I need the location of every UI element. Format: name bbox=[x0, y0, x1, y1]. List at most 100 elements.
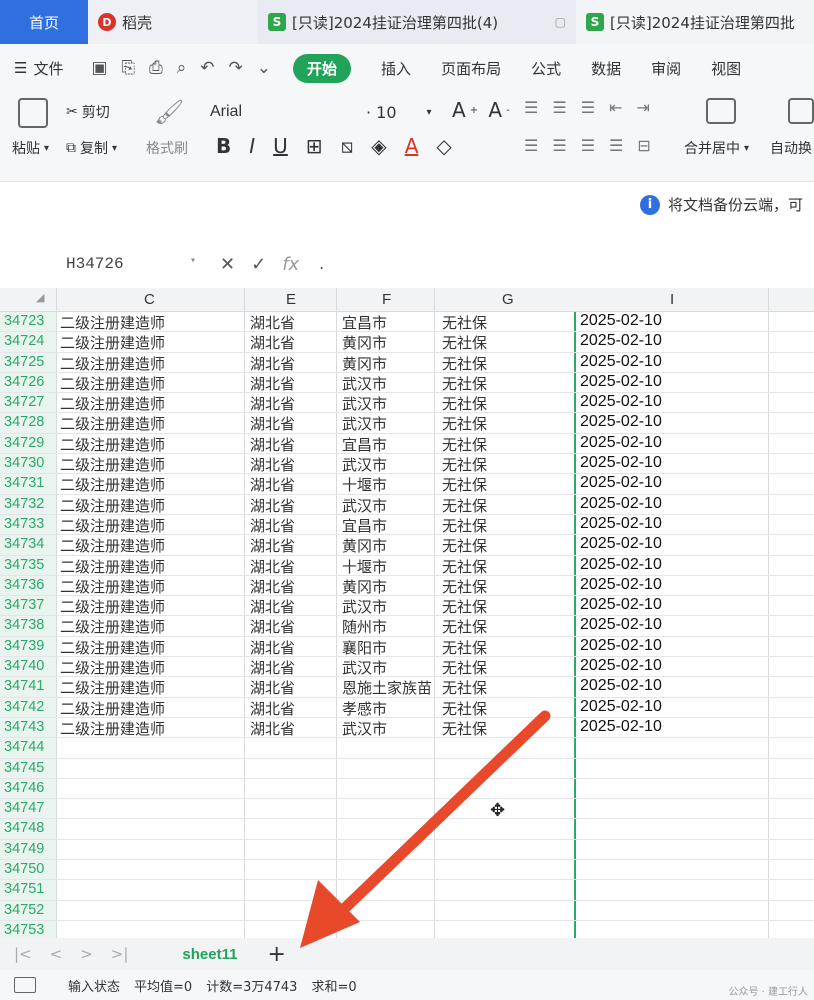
table-row[interactable]: 34735 二级注册建造师 湖北省 十堰市 无社保 2025-02-10 bbox=[0, 556, 814, 576]
cell-qualification[interactable]: 二级注册建造师 bbox=[60, 657, 165, 678]
merge-icon[interactable] bbox=[706, 98, 736, 124]
cell-social-security[interactable]: 无社保 bbox=[442, 637, 487, 658]
tab-page-layout[interactable]: 页面布局 bbox=[441, 58, 501, 79]
row-number[interactable]: 34738 bbox=[4, 617, 44, 633]
table-row[interactable]: 34729 二级注册建造师 湖北省 宜昌市 无社保 2025-02-10 bbox=[0, 434, 814, 455]
copy-button[interactable]: ⧉ 复制 ▾ bbox=[66, 138, 117, 158]
cell-city[interactable]: 武汉市 bbox=[342, 454, 387, 475]
cell-social-security[interactable]: 无社保 bbox=[442, 434, 487, 455]
cell-qualification[interactable]: 二级注册建造师 bbox=[60, 474, 165, 495]
sheet-tab[interactable]: sheet11 bbox=[182, 946, 237, 963]
cell-qualification[interactable]: 二级注册建造师 bbox=[60, 596, 165, 617]
cell-social-security[interactable]: 无社保 bbox=[442, 332, 487, 353]
row-number[interactable]: 34746 bbox=[4, 780, 44, 796]
row-number[interactable]: 34744 bbox=[4, 739, 44, 755]
prev-sheet-icon[interactable]: < bbox=[50, 945, 63, 963]
cell-social-security[interactable]: 无社保 bbox=[442, 474, 487, 495]
cell-qualification[interactable]: 二级注册建造师 bbox=[60, 535, 165, 556]
row-number[interactable]: 34731 bbox=[4, 475, 44, 491]
row-number[interactable]: 34736 bbox=[4, 577, 44, 593]
cell-qualification[interactable]: 二级注册建造师 bbox=[60, 434, 165, 455]
macro-icon[interactable] bbox=[14, 977, 36, 993]
cell-city[interactable]: 宜昌市 bbox=[342, 312, 387, 333]
table-row[interactable]: 34752 bbox=[0, 901, 814, 921]
table-row[interactable]: 34741 二级注册建造师 湖北省 恩施土家族苗 无社保 2025-02-10 bbox=[0, 677, 814, 698]
cell-social-security[interactable]: 无社保 bbox=[442, 718, 487, 739]
table-row[interactable]: 34731 二级注册建造师 湖北省 十堰市 无社保 2025-02-10 bbox=[0, 474, 814, 495]
cell-province[interactable]: 湖北省 bbox=[250, 332, 295, 353]
cell-date[interactable]: 2025-02-10 bbox=[580, 535, 662, 553]
row-number[interactable]: 34729 bbox=[4, 435, 44, 451]
cell-date[interactable]: 2025-02-10 bbox=[580, 657, 662, 675]
format-painter-button[interactable]: 格式刷 bbox=[146, 138, 188, 158]
align-middle-icon[interactable]: ☰ bbox=[552, 98, 566, 117]
table-row[interactable]: 34737 二级注册建造师 湖北省 武汉市 无社保 2025-02-10 bbox=[0, 596, 814, 617]
tab-formula[interactable]: 公式 bbox=[531, 58, 561, 79]
column-header-g[interactable]: G bbox=[502, 291, 514, 308]
row-number[interactable]: 34747 bbox=[4, 800, 44, 816]
name-box[interactable]: H34726 ▾ bbox=[66, 255, 196, 273]
tab-view[interactable]: 视图 bbox=[711, 58, 741, 79]
cell-date[interactable]: 2025-02-10 bbox=[580, 474, 662, 492]
cell-social-security[interactable]: 无社保 bbox=[442, 616, 487, 637]
cell-province[interactable]: 湖北省 bbox=[250, 677, 295, 698]
add-sheet-button[interactable]: + bbox=[267, 942, 285, 967]
cell-qualification[interactable]: 二级注册建造师 bbox=[60, 637, 165, 658]
font-grow-button[interactable]: A + A- bbox=[452, 98, 510, 122]
confirm-icon[interactable]: ✓ bbox=[251, 254, 266, 275]
cell-date[interactable]: 2025-02-10 bbox=[580, 312, 662, 330]
table-row[interactable]: 34744 bbox=[0, 738, 814, 759]
cell-social-security[interactable]: 无社保 bbox=[442, 393, 487, 414]
row-number[interactable]: 34724 bbox=[4, 333, 44, 349]
fill-icon[interactable]: ⧅ bbox=[341, 134, 354, 158]
cell-qualification[interactable]: 二级注册建造师 bbox=[60, 393, 165, 414]
table-row[interactable]: 34736 二级注册建造师 湖北省 黄冈市 无社保 2025-02-10 bbox=[0, 576, 814, 597]
cell-date[interactable]: 2025-02-10 bbox=[580, 353, 662, 371]
font-size-select[interactable]: · 10 ▾ bbox=[362, 100, 442, 124]
align-left-icon[interactable]: ☰ bbox=[524, 136, 538, 155]
cell-social-security[interactable]: 无社保 bbox=[442, 596, 487, 617]
cell-province[interactable]: 湖北省 bbox=[250, 576, 295, 597]
cell-qualification[interactable]: 二级注册建造师 bbox=[60, 677, 165, 698]
backup-notice-message[interactable]: i 将文档备份云端，可 bbox=[640, 194, 803, 215]
cell-social-security[interactable]: 无社保 bbox=[442, 353, 487, 374]
row-number[interactable]: 34741 bbox=[4, 678, 44, 694]
cell-date[interactable]: 2025-02-10 bbox=[580, 413, 662, 431]
save-icon[interactable]: ▣ bbox=[91, 58, 107, 78]
indent-increase-icon[interactable]: ⇥ bbox=[636, 98, 649, 117]
fx-icon[interactable]: fx bbox=[282, 254, 299, 275]
row-number[interactable]: 34734 bbox=[4, 536, 44, 552]
last-sheet-icon[interactable]: >| bbox=[111, 945, 129, 963]
cell-province[interactable]: 湖北省 bbox=[250, 698, 295, 719]
cell-date[interactable]: 2025-02-10 bbox=[580, 616, 662, 634]
table-row[interactable]: 34727 二级注册建造师 湖北省 武汉市 无社保 2025-02-10 bbox=[0, 393, 814, 414]
cell-qualification[interactable]: 二级注册建造师 bbox=[60, 576, 165, 597]
cell-city[interactable]: 宜昌市 bbox=[342, 434, 387, 455]
font-family-select[interactable]: Arial bbox=[206, 100, 354, 124]
cell-qualification[interactable]: 二级注册建造师 bbox=[60, 718, 165, 739]
print-icon[interactable]: ⎙ bbox=[149, 58, 163, 78]
table-row[interactable]: 34747 bbox=[0, 799, 814, 820]
cell-social-security[interactable]: 无社保 bbox=[442, 495, 487, 516]
cell-city[interactable]: 黄冈市 bbox=[342, 332, 387, 353]
cell-city[interactable]: 恩施土家族苗 bbox=[342, 677, 432, 698]
cell-date[interactable]: 2025-02-10 bbox=[580, 718, 662, 736]
cell-city[interactable]: 宜昌市 bbox=[342, 515, 387, 536]
table-row[interactable]: 34738 二级注册建造师 湖北省 随州市 无社保 2025-02-10 bbox=[0, 616, 814, 637]
cell-province[interactable]: 湖北省 bbox=[250, 718, 295, 739]
tab-review[interactable]: 审阅 bbox=[651, 58, 681, 79]
row-number[interactable]: 34727 bbox=[4, 394, 44, 410]
cell-qualification[interactable]: 二级注册建造师 bbox=[60, 413, 165, 434]
cell-date[interactable]: 2025-02-10 bbox=[580, 515, 662, 533]
preview-icon[interactable]: ⌕ bbox=[177, 58, 187, 78]
cell-social-security[interactable]: 无社保 bbox=[442, 677, 487, 698]
border-icon[interactable]: ⊞ bbox=[306, 134, 323, 158]
cell-qualification[interactable]: 二级注册建造师 bbox=[60, 495, 165, 516]
cell-qualification[interactable]: 二级注册建造师 bbox=[60, 454, 165, 475]
row-number[interactable]: 34726 bbox=[4, 374, 44, 390]
table-row[interactable]: 34748 bbox=[0, 819, 814, 840]
cell-social-security[interactable]: 无社保 bbox=[442, 515, 487, 536]
cell-city[interactable]: 武汉市 bbox=[342, 495, 387, 516]
row-number[interactable]: 34740 bbox=[4, 658, 44, 674]
cell-social-security[interactable]: 无社保 bbox=[442, 535, 487, 556]
